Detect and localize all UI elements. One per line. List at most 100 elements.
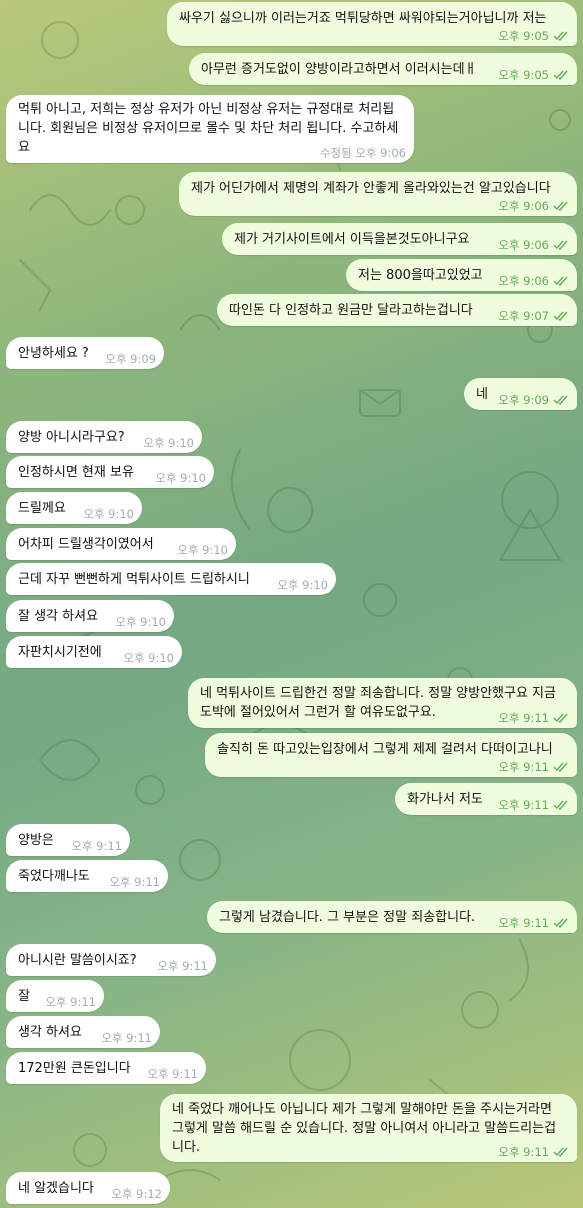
- message-meta: 오후 9:10: [123, 651, 174, 665]
- outgoing-message[interactable]: 네 먹튀사이트 드립한건 정말 죄송합니다. 정말 양방안했구요 지금 도박에 …: [188, 678, 577, 728]
- message-meta: 오후 9:10: [155, 471, 206, 485]
- message-time: 오후 9:10: [115, 615, 166, 629]
- message-time: 오후 9:11: [71, 839, 122, 853]
- message-time: 오후 9:10: [277, 578, 328, 592]
- outgoing-message[interactable]: 제가 어딘가에서 제명의 계좌가 안좋게 올라와있는건 알고있습니다 오후 9:…: [179, 172, 577, 216]
- incoming-message[interactable]: 네 알겠습니다 오후 9:12: [6, 1172, 170, 1204]
- read-double-check-icon: [553, 201, 568, 211]
- incoming-message[interactable]: 생각 하셔요 오후 9:11: [6, 1016, 160, 1048]
- message-meta: 오후 9:09: [105, 352, 156, 366]
- read-double-check-icon: [553, 395, 568, 405]
- message-text: 싸우기 싫으니까 이러는거죠 먹튀당하면 싸워야되는거아닙니까 저는: [179, 11, 547, 26]
- message-time: 오후 9:06: [498, 274, 549, 288]
- message-meta: 오후 9:12: [111, 1187, 162, 1201]
- message-meta: 오후 9:10: [277, 578, 328, 592]
- message-time: 오후 9:10: [123, 651, 174, 665]
- message-meta: 오후 9:05: [498, 29, 569, 43]
- message-meta: 오후 9:11: [109, 875, 160, 889]
- message-time: 오후 9:05: [498, 29, 549, 43]
- outgoing-message[interactable]: 네 오후 9:09: [464, 378, 577, 410]
- message-list[interactable]: 싸우기 싫으니까 이러는거죠 먹튀당하면 싸워야되는거아닙니까 저는 오후 9:…: [0, 0, 583, 1208]
- outgoing-message[interactable]: 네 죽었다 깨어나도 아닙니다 제가 그렇게 말해야만 돈을 주시는거라면 그렇…: [160, 1094, 577, 1162]
- outgoing-message[interactable]: 제가 거기사이트에서 이득을본것도아니구요 오후 9:06: [222, 223, 577, 255]
- read-double-check-icon: [553, 311, 568, 321]
- message-time: 오후 9:11: [498, 760, 549, 774]
- incoming-message[interactable]: 아니시란 말씀이시죠? 오후 9:11: [6, 944, 216, 976]
- message-meta: 오후 9:10: [143, 436, 194, 450]
- message-time: 오후 9:06: [498, 238, 549, 252]
- outgoing-message[interactable]: 따인돈 다 인정하고 원금만 달라고하는겁니다 오후 9:07: [217, 294, 577, 326]
- outgoing-message[interactable]: 화가나서 저도 오후 9:11: [395, 783, 577, 815]
- message-time: 오후 9:11: [147, 1067, 198, 1081]
- incoming-message[interactable]: 자판치시기전에 오후 9:10: [6, 636, 182, 668]
- message-meta: 오후 9:11: [45, 995, 96, 1009]
- message-time: 오후 9:10: [177, 543, 228, 557]
- read-double-check-icon: [553, 70, 568, 80]
- message-time: 오후 9:09: [105, 352, 156, 366]
- message-time: 오후 9:11: [498, 1145, 549, 1159]
- message-meta: 오후 9:09: [498, 393, 569, 407]
- message-time: 오후 9:11: [45, 995, 96, 1009]
- message-time: 오후 9:10: [83, 507, 134, 521]
- message-meta: 수정됨 오후 9:06: [320, 146, 406, 160]
- incoming-message[interactable]: 죽었다깨나도 오후 9:11: [6, 860, 168, 892]
- message-text: 솔직히 돈 따고있는입장에서 그렇게 제제 걸려서 다떠이고나니: [217, 742, 553, 757]
- message-time: 오후 9:10: [155, 471, 206, 485]
- message-time: 오후 9:11: [498, 798, 549, 812]
- message-meta: 오후 9:11: [101, 1031, 152, 1045]
- read-double-check-icon: [553, 713, 568, 723]
- incoming-message[interactable]: 잘 오후 9:11: [6, 980, 104, 1012]
- read-double-check-icon: [553, 276, 568, 286]
- message-time: 오후 9:07: [498, 309, 549, 323]
- message-meta: 오후 9:06: [498, 238, 569, 252]
- message-time: 오후 9:05: [498, 68, 549, 82]
- incoming-message[interactable]: 안녕하세요 ? 오후 9:09: [6, 337, 164, 369]
- incoming-message[interactable]: 어차피 드릴생각이였어서 오후 9:10: [6, 528, 236, 560]
- message-meta: 오후 9:10: [177, 543, 228, 557]
- incoming-message[interactable]: 인정하시면 현재 보유 오후 9:10: [6, 456, 214, 488]
- message-time: 수정됨 오후 9:06: [319, 146, 406, 160]
- message-time: 오후 9:10: [143, 436, 194, 450]
- incoming-message[interactable]: 먹튀 아니고, 저희는 정상 유저가 아닌 비정상 유저는 규정대로 처리됩니다…: [6, 95, 414, 163]
- incoming-message[interactable]: 드릴께요 오후 9:10: [6, 492, 142, 524]
- message-meta: 오후 9:05: [498, 68, 569, 82]
- message-time: 오후 9:11: [498, 916, 549, 930]
- outgoing-message[interactable]: 아무런 증거도없이 양방이라고하면서 이러시는데ㅐ 오후 9:05: [189, 53, 577, 85]
- outgoing-message[interactable]: 저는 800을따고있었고 오후 9:06: [346, 259, 577, 291]
- message-meta: 오후 9:07: [498, 309, 569, 323]
- message-meta: 오후 9:10: [83, 507, 134, 521]
- message-time: 오후 9:11: [109, 875, 160, 889]
- message-meta: 오후 9:11: [71, 839, 122, 853]
- message-time: 오후 9:09: [498, 393, 549, 407]
- message-meta: 오후 9:11: [498, 760, 569, 774]
- incoming-message[interactable]: 잘 생각 하셔요 오후 9:10: [6, 600, 174, 632]
- message-meta: 오후 9:11: [498, 1145, 569, 1159]
- message-meta: 오후 9:11: [498, 711, 569, 725]
- message-time: 오후 9:12: [111, 1187, 162, 1201]
- message-meta: 오후 9:11: [147, 1067, 198, 1081]
- message-time: 오후 9:06: [498, 199, 549, 213]
- message-time: 오후 9:11: [498, 711, 549, 725]
- outgoing-message[interactable]: 그렇게 남겼습니다. 그 부분은 정말 죄송합니다. 오후 9:11: [207, 901, 577, 933]
- read-double-check-icon: [553, 918, 568, 928]
- read-double-check-icon: [553, 800, 568, 810]
- message-meta: 오후 9:06: [498, 199, 569, 213]
- read-double-check-icon: [553, 762, 568, 772]
- incoming-message[interactable]: 양방은 오후 9:11: [6, 824, 130, 856]
- incoming-message[interactable]: 근데 자꾸 뻔뻔하게 먹튀사이트 드립하시니 오후 9:10: [6, 563, 336, 595]
- message-text: 제가 어딘가에서 제명의 계좌가 안좋게 올라와있는건 알고있습니다: [191, 181, 551, 196]
- message-time: 오후 9:11: [101, 1031, 152, 1045]
- message-meta: 오후 9:11: [157, 959, 208, 973]
- incoming-message[interactable]: 양방 아니시라구요? 오후 9:10: [6, 421, 202, 453]
- message-time: 오후 9:11: [157, 959, 208, 973]
- message-meta: 오후 9:06: [498, 274, 569, 288]
- outgoing-message[interactable]: 솔직히 돈 따고있는입장에서 그렇게 제제 걸려서 다떠이고나니 오후 9:11: [205, 733, 577, 777]
- read-double-check-icon: [553, 240, 568, 250]
- message-meta: 오후 9:11: [498, 916, 569, 930]
- message-meta: 오후 9:11: [498, 798, 569, 812]
- outgoing-message[interactable]: 싸우기 싫으니까 이러는거죠 먹튀당하면 싸워야되는거아닙니까 저는 오후 9:…: [167, 2, 577, 46]
- read-double-check-icon: [553, 1147, 568, 1157]
- incoming-message[interactable]: 172만원 큰돈입니다 오후 9:11: [6, 1052, 206, 1084]
- message-meta: 오후 9:10: [115, 615, 166, 629]
- read-double-check-icon: [553, 31, 568, 41]
